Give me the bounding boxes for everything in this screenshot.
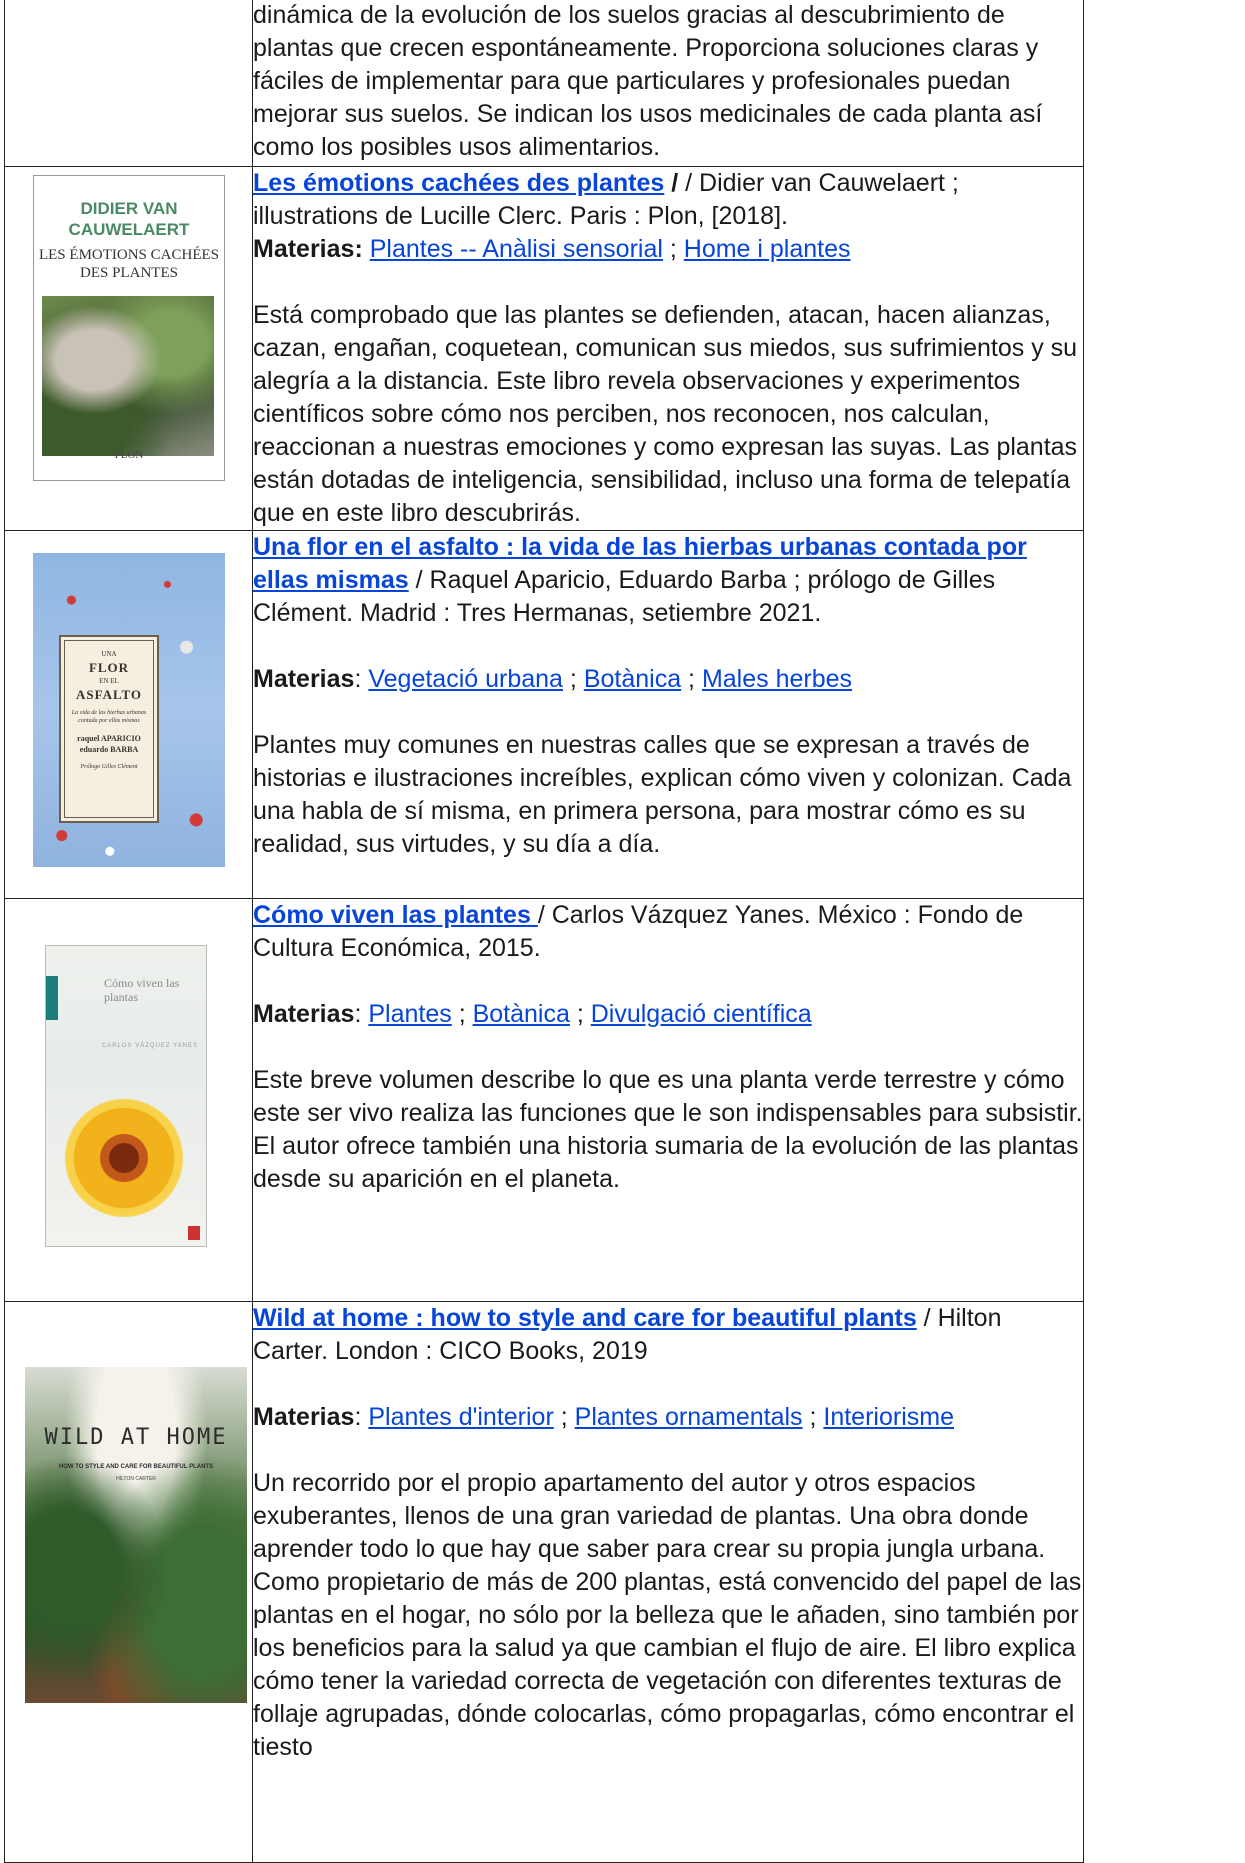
cover-cell: WILD AT HOME HOW TO STYLE AND CARE FOR B… <box>4 1301 253 1863</box>
subject-link[interactable]: Botànica <box>584 665 681 693</box>
subject-link[interactable]: Divulgació científica <box>591 1000 812 1028</box>
cover-tagline: La vida de las hierbas urbanas contada p… <box>71 710 147 724</box>
entry-text-cell: Wild at home : how to style and care for… <box>252 1301 1084 1863</box>
cover-prologue: Prólogo Gilles Clément <box>80 764 138 770</box>
subject-separator: ; <box>681 665 702 693</box>
table-row: DIDIER VAN CAUWELAERT LES ÉMOTIONS CACHÉ… <box>4 166 1084 531</box>
entry-subjects: Materias: Plantes d'interior ; Plantes o… <box>253 1401 1083 1434</box>
subject-link[interactable]: Home i plantes <box>684 235 851 263</box>
table-row: UNA FLOR EN EL ASFALTO La vida de las hi… <box>4 530 1084 899</box>
entry-text-cell: dinámica de la evolución de los suelos g… <box>252 0 1084 167</box>
cover-cell: UNA FLOR EN EL ASFALTO La vida de las hi… <box>4 530 253 899</box>
entry-description: dinámica de la evolución de los suelos g… <box>253 1 1043 161</box>
subject-link[interactable]: Males herbes <box>702 665 852 693</box>
table-row: Cómo viven las plantas CARLOS VÁZQUEZ YA… <box>4 898 1084 1302</box>
colon: : <box>354 1000 369 1028</box>
book-cover-image[interactable]: WILD AT HOME HOW TO STYLE AND CARE FOR B… <box>25 1367 247 1703</box>
materias-label: Materias <box>253 1000 355 1028</box>
bibliography-table: dinámica de la evolución de los suelos g… <box>4 0 1084 1863</box>
cover-title: LES ÉMOTIONS CACHÉES DES PLANTES <box>38 247 219 281</box>
cover-cell <box>4 0 253 167</box>
subject-separator: ; <box>553 1403 575 1431</box>
materias-label: Materias: <box>253 235 363 263</box>
cover-title: WILD AT HOME <box>44 1425 228 1450</box>
cover-author: DIDIER VAN CAUWELAERT <box>68 199 190 239</box>
subject-link[interactable]: Plantes <box>368 1000 451 1028</box>
subject-link[interactable]: Plantes ornamentals <box>575 1403 803 1431</box>
publisher-logo-icon <box>188 1226 200 1240</box>
book-title-link[interactable]: Wild at home : how to style and care for… <box>253 1304 917 1332</box>
cover-title: FLOR <box>88 660 130 675</box>
subject-separator: ; <box>451 1000 473 1028</box>
cover-author: raquel APARICIO <box>77 734 141 743</box>
book-title-link[interactable]: Cómo viven las plantes <box>253 901 538 929</box>
table-row: WILD AT HOME HOW TO STYLE AND CARE FOR B… <box>4 1301 1084 1863</box>
subject-link[interactable]: Botànica <box>473 1000 570 1028</box>
subject-separator: ; <box>569 1000 591 1028</box>
cover-author: HILTON CARTER <box>116 1476 156 1482</box>
subject-separator: ; <box>802 1403 824 1431</box>
subject-separator: ; <box>662 235 684 263</box>
materias-label: Materias <box>253 1403 355 1431</box>
entry-text-cell: Cómo viven las plantes / Carlos Vázquez … <box>252 898 1084 1302</box>
entry-description: Este breve volumen describe lo que es un… <box>253 1066 1083 1193</box>
book-cover-image[interactable]: UNA FLOR EN EL ASFALTO La vida de las hi… <box>33 553 225 867</box>
cover-publisher: PLON <box>114 449 144 461</box>
entry-description: Plantes muy comunes en nuestras calles q… <box>253 731 1072 858</box>
subject-link[interactable]: Plantes -- Anàlisi sensorial <box>370 235 663 263</box>
cover-title: Cómo viven las plantas <box>104 976 180 1004</box>
cover-photo <box>42 296 214 456</box>
entry-description: Está comprobado que las plantes se defie… <box>253 301 1078 527</box>
entry-citation: Wild at home : how to style and care for… <box>253 1302 1083 1368</box>
cover-author: eduardo BARBA <box>79 745 139 754</box>
materias-label: Materias <box>253 665 355 693</box>
entry-citation: Una flor en el asfalto : la vida de las … <box>253 531 1083 630</box>
subject-link[interactable]: Interiorisme <box>823 1403 954 1431</box>
entry-citation: Cómo viven las plantes / Carlos Vázquez … <box>253 899 1083 965</box>
title-separator: / <box>664 169 679 197</box>
entry-text-cell: Una flor en el asfalto : la vida de las … <box>252 530 1084 899</box>
cover-plate: UNA FLOR EN EL ASFALTO La vida de las hi… <box>59 635 159 823</box>
book-cover-image[interactable]: DIDIER VAN CAUWELAERT LES ÉMOTIONS CACHÉ… <box>33 175 225 481</box>
entry-text-cell: Les émotions cachées des plantes / / Did… <box>252 166 1084 531</box>
book-cover-image[interactable]: Cómo viven las plantas CARLOS VÁZQUEZ YA… <box>45 945 207 1247</box>
subject-link[interactable]: Vegetació urbana <box>368 665 563 693</box>
entry-citation: Les émotions cachées des plantes / / Did… <box>253 167 1083 233</box>
table-row: dinámica de la evolución de los suelos g… <box>4 0 1084 167</box>
subject-link[interactable]: Plantes d'interior <box>368 1403 553 1431</box>
cover-text: UNA <box>101 650 117 658</box>
cover-cell: Cómo viven las plantas CARLOS VÁZQUEZ YA… <box>4 898 253 1302</box>
entry-subjects: Materias: Vegetació urbana ; Botànica ; … <box>253 663 1083 696</box>
sunflower-image <box>60 1094 188 1222</box>
cover-cell: DIDIER VAN CAUWELAERT LES ÉMOTIONS CACHÉ… <box>4 166 253 531</box>
cover-tab <box>46 976 58 1020</box>
subject-separator: ; <box>562 665 584 693</box>
entry-subjects: Materias: Plantes ; Botànica ; Divulgaci… <box>253 998 1083 1031</box>
cover-text: EN EL <box>99 677 119 685</box>
entry-subjects: Materias: Plantes -- Anàlisi sensorial ;… <box>253 233 1083 266</box>
cover-author: CARLOS VÁZQUEZ YANES <box>101 1043 198 1049</box>
colon: : <box>354 665 369 693</box>
book-title-link[interactable]: Les émotions cachées des plantes <box>253 169 664 197</box>
cover-title: ASFALTO <box>75 687 142 702</box>
entry-description: Un recorrido por el propio apartamento d… <box>253 1469 1082 1761</box>
colon: : <box>354 1403 369 1431</box>
